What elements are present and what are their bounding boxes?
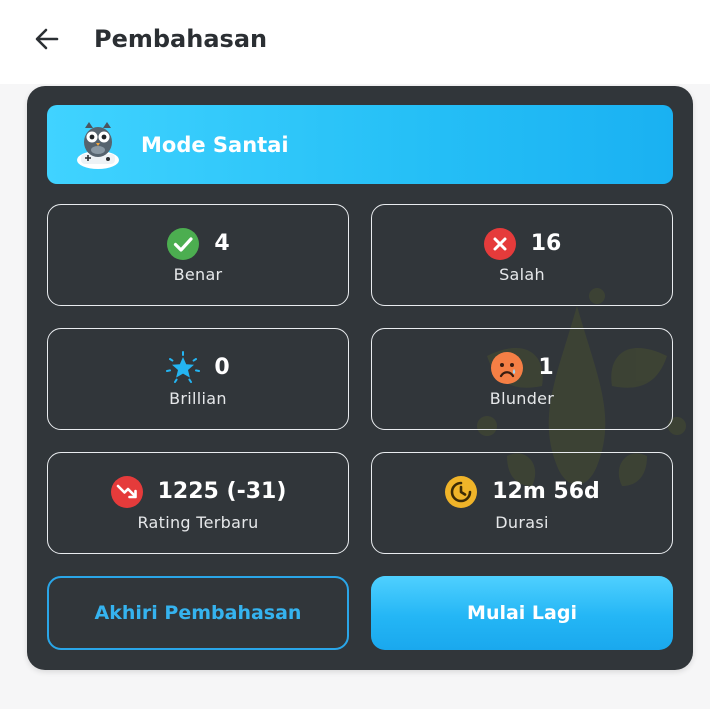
arrow-left-icon	[35, 28, 59, 50]
page-title: Pembahasan	[94, 25, 268, 53]
stat-rating: 1225 (-31) Rating Terbaru	[47, 452, 349, 554]
stat-label: Rating Terbaru	[137, 512, 259, 532]
owl-mascot-icon	[77, 121, 119, 169]
sad-face-icon	[491, 351, 524, 384]
stat-label: Brillian	[169, 388, 227, 408]
stat-label: Blunder	[489, 388, 555, 408]
review-summary-card: Mode Santai 4 Benar 16 Salah 0 Brillian …	[27, 86, 693, 670]
stat-value: 1	[538, 355, 554, 380]
stat-label: Benar	[173, 264, 223, 284]
stat-value: 1225 (-31)	[157, 479, 287, 504]
mode-label: Mode Santai	[141, 132, 289, 157]
clock-icon	[445, 475, 478, 508]
stat-value: 4	[214, 231, 230, 256]
stat-brilliant: 0 Brillian	[47, 328, 349, 430]
star-burst-icon	[166, 350, 201, 383]
mode-banner: Mode Santai	[47, 105, 673, 184]
back-button[interactable]	[30, 22, 64, 56]
restart-button[interactable]: Mulai Lagi	[371, 576, 673, 650]
stat-value: 12m 56d	[492, 479, 600, 504]
stat-blunder: 1 Blunder	[371, 328, 673, 430]
stat-value: 0	[214, 355, 230, 380]
stat-wrong: 16 Salah	[371, 204, 673, 306]
end-review-button[interactable]: Akhiri Pembahasan	[47, 576, 349, 650]
check-circle-icon	[167, 227, 200, 260]
x-circle-icon	[483, 227, 516, 260]
stat-label: Salah	[499, 264, 545, 284]
stat-duration: 12m 56d Durasi	[371, 452, 673, 554]
trend-down-icon	[110, 475, 143, 508]
stat-correct: 4 Benar	[47, 204, 349, 306]
app-header: Pembahasan	[0, 0, 710, 84]
stat-value: 16	[530, 231, 562, 256]
stat-label: Durasi	[495, 512, 549, 532]
